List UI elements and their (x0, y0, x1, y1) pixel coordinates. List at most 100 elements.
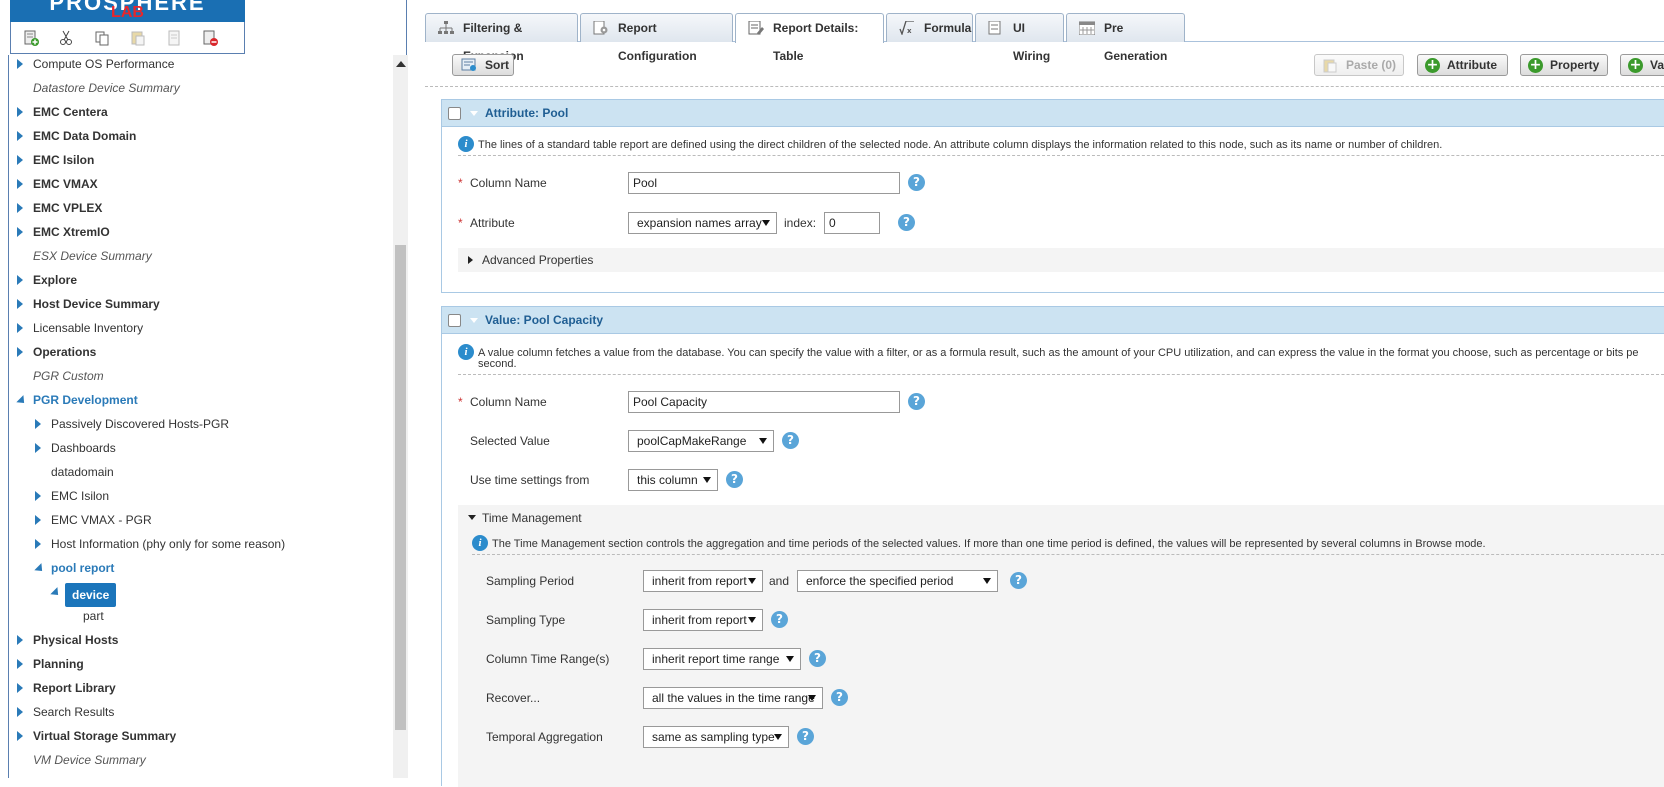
expand-arrow-icon[interactable] (17, 203, 23, 213)
add-report-icon[interactable] (23, 30, 39, 46)
collapse-arrow-icon[interactable] (34, 563, 46, 575)
tab-formula[interactable]: x Formula (886, 13, 973, 42)
collapse-arrow-icon[interactable] (50, 587, 62, 599)
help-icon[interactable]: ? (771, 611, 788, 628)
column-name-input[interactable]: Pool Capacity (628, 391, 900, 413)
time-management-title[interactable]: Time Management (482, 511, 582, 525)
add-value-button[interactable]: + Va (1620, 54, 1664, 76)
chevron-down-icon (762, 220, 770, 226)
selected-value-select[interactable]: poolCapMakeRange (628, 430, 774, 452)
expand-arrow-icon[interactable] (17, 227, 23, 237)
chevron-down-icon (748, 617, 756, 623)
help-icon[interactable]: ? (908, 174, 925, 191)
paste-disabled-icon[interactable] (166, 30, 182, 46)
expand-arrow-icon[interactable] (17, 155, 23, 165)
expand-arrow-icon[interactable] (17, 635, 23, 645)
help-icon[interactable]: ? (831, 689, 848, 706)
expand-arrow-icon[interactable] (17, 659, 23, 669)
enforce-period-select[interactable]: enforce the specified period (797, 570, 998, 592)
paste-icon[interactable] (130, 30, 146, 46)
expand-arrow-icon[interactable] (35, 419, 41, 429)
sampling-period-select[interactable]: inherit from report (643, 570, 763, 592)
expand-arrow-icon[interactable] (17, 131, 23, 141)
expand-arrow-icon[interactable] (35, 515, 41, 525)
panel-description-cont: second. (478, 358, 517, 370)
index-input[interactable]: 0 (824, 212, 880, 234)
panel-description: The lines of a standard table report are… (478, 140, 1443, 151)
help-icon[interactable]: ? (782, 432, 799, 449)
tree-item-label: part (83, 609, 104, 623)
tree-item-label: Report Library (33, 681, 116, 695)
temporal-aggregation-select[interactable]: same as sampling type (643, 726, 789, 748)
sort-button[interactable]: Sort (452, 54, 514, 76)
expand-arrow-icon[interactable] (35, 539, 41, 549)
main-pane: Filtering & Expansion Report Configuratio… (425, 0, 1664, 787)
time-settings-select[interactable]: this column (628, 469, 718, 491)
tree-item-selected[interactable]: device (65, 583, 117, 607)
help-icon[interactable]: ? (726, 471, 743, 488)
chevron-down-icon (983, 578, 991, 584)
attribute-panel: Attribute: Pool i The lines of a standar… (441, 99, 1664, 293)
tree-item-label: VM Device Summary (33, 753, 146, 767)
collapse-caret-icon[interactable] (470, 111, 478, 116)
recover-label: Recover... (486, 691, 541, 705)
help-icon[interactable]: ? (908, 393, 925, 410)
expand-arrow-icon[interactable] (17, 179, 23, 189)
recover-select[interactable]: all the values in the time range (643, 687, 823, 709)
add-attribute-button[interactable]: + Attribute (1417, 54, 1508, 76)
value-panel: Value: Pool Capacity i A value column fe… (441, 306, 1664, 787)
scroll-up-icon[interactable] (396, 61, 406, 67)
tab-label: Report Details: Table (773, 21, 859, 63)
tab-ui-wiring[interactable]: UI Wiring (975, 13, 1064, 63)
expand-arrow-icon[interactable] (17, 707, 23, 717)
tab-label: Pre Generation (1104, 21, 1168, 63)
column-name-label: Column Name (470, 176, 547, 190)
expand-arrow-icon[interactable] (17, 59, 23, 69)
expand-arrow-icon[interactable] (17, 731, 23, 741)
tab-pre-generation[interactable]: Pre Generation (1066, 13, 1185, 63)
report-config-icon (593, 21, 608, 35)
scroll-thumb[interactable] (395, 245, 406, 730)
tree-item-label: Virtual Storage Summary (33, 729, 177, 743)
info-icon: i (472, 535, 488, 551)
tab-label: Report Configuration (618, 21, 697, 63)
attribute-label: Attribute (470, 216, 515, 230)
collapse-arrow-icon[interactable] (468, 515, 476, 520)
expand-arrow-icon[interactable] (17, 275, 23, 285)
tree-item-label: Licensable Inventory (33, 321, 144, 335)
tab-report-configuration[interactable]: Report Configuration (580, 13, 733, 63)
panel-checkbox[interactable] (448, 314, 461, 327)
expand-arrow-icon[interactable] (35, 491, 41, 501)
expand-arrow-icon[interactable] (17, 107, 23, 117)
panel-checkbox[interactable] (448, 107, 461, 120)
expand-arrow-icon[interactable] (17, 299, 23, 309)
help-icon[interactable]: ? (809, 650, 826, 667)
tree-item-label: Dashboards (51, 441, 116, 455)
tree-item-label: PGR Custom (33, 369, 104, 383)
expand-arrow-icon[interactable] (35, 443, 41, 453)
cut-icon[interactable] (58, 30, 74, 46)
tree-item-label: Compute OS Performance (33, 57, 175, 71)
tab-filtering-expansion[interactable]: Filtering & Expansion (425, 13, 578, 63)
expand-arrow-icon[interactable] (17, 323, 23, 333)
collapse-caret-icon[interactable] (470, 318, 478, 323)
add-property-button[interactable]: + Property (1520, 54, 1608, 76)
expand-arrow-icon[interactable] (17, 683, 23, 693)
column-name-input[interactable]: Pool (628, 172, 900, 194)
delete-icon[interactable] (202, 30, 218, 46)
help-icon[interactable]: ? (1010, 572, 1027, 589)
help-icon[interactable]: ? (898, 214, 915, 231)
help-icon[interactable]: ? (797, 728, 814, 745)
sampling-period-label: Sampling Period (486, 574, 575, 588)
sampling-type-select[interactable]: inherit from report (643, 609, 763, 631)
tab-report-details-table[interactable]: Report Details: Table (735, 13, 884, 63)
attribute-select[interactable]: expansion names array (628, 212, 777, 234)
column-time-range-select[interactable]: inherit report time range (643, 648, 801, 670)
advanced-properties-row[interactable]: Advanced Properties (458, 248, 1664, 272)
expand-arrow-icon[interactable] (17, 347, 23, 357)
paste-button[interactable]: Paste (0) (1314, 54, 1404, 76)
collapse-arrow-icon[interactable] (16, 395, 28, 407)
tree-scrollbar[interactable] (393, 55, 408, 778)
copy-icon[interactable] (94, 30, 110, 46)
time-management-description: The Time Management section controls the… (492, 538, 1486, 550)
